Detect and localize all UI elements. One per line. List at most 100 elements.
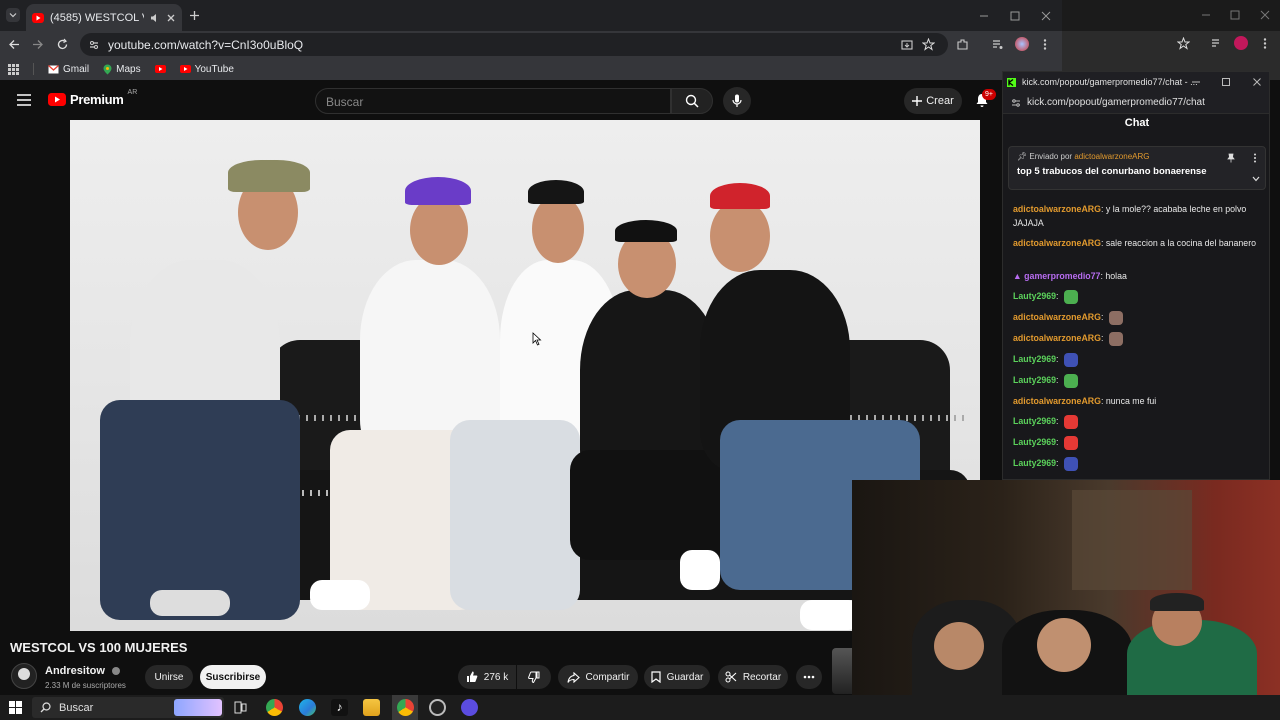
browser-toolbar: youtube.com/watch?v=CnI3o0uBloQ <box>0 31 1062 58</box>
logo-text: Premium <box>70 92 124 107</box>
pinned-message[interactable]: 📌︎ Enviado por adictoalwarzoneARG top 5 … <box>1008 146 1266 190</box>
bookmark-youtube-icon-only[interactable] <box>154 65 166 73</box>
window-close-icon[interactable] <box>1040 10 1052 22</box>
profile-avatar[interactable] <box>1015 37 1029 51</box>
search-input[interactable]: Buscar <box>315 88 671 114</box>
speaker-icon[interactable] <box>150 13 160 23</box>
maximize-icon[interactable] <box>1221 77 1231 87</box>
chat-user[interactable]: adictoalwarzoneARG <box>1013 333 1101 343</box>
chat-message: Lauty2969: <box>1013 289 1265 304</box>
video-person-head <box>532 195 584 263</box>
chat-message: adictoalwarzoneARG: <box>1013 310 1265 325</box>
install-app-icon[interactable] <box>901 39 913 51</box>
task-view-icon[interactable] <box>232 699 249 716</box>
create-button[interactable]: Crear <box>904 88 962 114</box>
video-person-legs <box>100 400 300 620</box>
taskbar-search[interactable]: Buscar <box>32 697 224 718</box>
kebab-menu-icon[interactable] <box>1042 38 1048 51</box>
search-button[interactable] <box>671 88 713 114</box>
media-controls-icon[interactable] <box>991 38 1004 51</box>
chat-text: sale reaccion a la cocina del bananero <box>1105 238 1257 248</box>
back-arrow-icon[interactable] <box>8 38 21 51</box>
bookmark-gmail[interactable]: Gmail <box>48 64 89 75</box>
bookmark-youtube[interactable]: YouTube <box>179 64 234 75</box>
video-player[interactable] <box>70 120 980 631</box>
like-button[interactable]: 276 k <box>458 665 516 689</box>
chat-user[interactable]: Lauty2969 <box>1013 416 1056 426</box>
youtube-premium-logo[interactable]: Premium AR <box>48 89 138 107</box>
chat-message: Lauty2969: <box>1013 414 1265 429</box>
app-icon[interactable] <box>461 699 478 716</box>
chat-message: Lauty2969: <box>1013 352 1265 367</box>
minimize-icon[interactable] <box>1200 9 1212 21</box>
tiktok-icon[interactable]: ♪ <box>331 699 348 716</box>
bookmark-icon <box>651 671 661 683</box>
reload-icon[interactable] <box>56 38 69 51</box>
chat-user[interactable]: Lauty2969 <box>1013 458 1056 468</box>
browser-tab-youtube[interactable]: (4585) WESTCOL VS 100 M <box>26 4 182 31</box>
bookmark-star-icon[interactable] <box>922 38 935 51</box>
file-explorer-icon[interactable] <box>363 699 380 716</box>
chat-user[interactable]: gamerpromedio77 <box>1024 271 1100 281</box>
chevron-down-icon[interactable] <box>1252 176 1260 182</box>
maximize-icon[interactable] <box>1009 10 1021 22</box>
chat-url-bar[interactable]: kick.com/popout/gamerpromedio77/chat <box>1003 92 1269 114</box>
subscribe-button[interactable]: Suscribirse <box>200 665 266 689</box>
channel-avatar[interactable] <box>11 663 37 689</box>
minimize-icon[interactable] <box>1191 77 1201 87</box>
minimize-icon[interactable] <box>978 10 990 22</box>
more-horizontal-icon <box>803 675 815 679</box>
address-bar[interactable]: youtube.com/watch?v=CnI3o0uBloQ <box>80 33 948 56</box>
emote-icon <box>1063 289 1078 304</box>
clip-button[interactable]: Recortar <box>718 665 788 689</box>
apps-grid-icon[interactable] <box>8 63 19 75</box>
hamburger-menu-icon[interactable] <box>17 94 31 106</box>
chat-user[interactable]: Lauty2969 <box>1013 375 1056 385</box>
chat-user[interactable]: Lauty2969 <box>1013 354 1056 364</box>
join-button[interactable]: Unirse <box>145 665 193 689</box>
save-button[interactable]: Guardar <box>644 665 710 689</box>
channel-name[interactable]: Andresitow <box>45 665 120 677</box>
site-info-icon[interactable] <box>88 39 100 51</box>
share-button[interactable]: Compartir <box>558 665 638 689</box>
tab-search-button[interactable] <box>6 8 20 22</box>
chat-message: Lauty2969: <box>1013 435 1265 450</box>
region-code: AR <box>127 89 138 96</box>
edge-icon[interactable] <box>299 699 316 716</box>
recommended-video-thumbnail[interactable] <box>832 648 852 694</box>
chat-user[interactable]: adictoalwarzoneARG <box>1013 238 1101 248</box>
voice-search-button[interactable] <box>723 87 751 115</box>
thumbs-down-icon <box>528 671 540 683</box>
extensions-puzzle-icon[interactable] <box>956 38 969 51</box>
profile-avatar[interactable] <box>1234 36 1248 50</box>
chat-user[interactable]: Lauty2969 <box>1013 291 1056 301</box>
chrome-icon[interactable] <box>266 699 283 716</box>
webcam-person-head <box>934 622 984 670</box>
kebab-menu-icon[interactable] <box>1253 153 1257 163</box>
webcam-shelf <box>1072 490 1192 590</box>
badge-icon: ▲ <box>1013 271 1022 281</box>
youtube-logo-icon <box>48 93 66 106</box>
chat-user[interactable]: adictoalwarzoneARG <box>1013 396 1101 406</box>
obs-icon[interactable] <box>429 699 446 716</box>
chat-user[interactable]: adictoalwarzoneARG <box>1013 312 1101 322</box>
more-actions-button[interactable] <box>796 665 822 689</box>
pin-icon[interactable] <box>1227 153 1235 163</box>
window-close-icon[interactable] <box>1259 9 1271 21</box>
media-controls-icon[interactable] <box>1210 37 1223 50</box>
dislike-button[interactable] <box>517 665 551 689</box>
video-red-cap <box>710 183 770 209</box>
kick-logo-icon <box>1007 77 1016 87</box>
kebab-menu-icon[interactable] <box>1262 37 1268 50</box>
maximize-icon[interactable] <box>1229 9 1241 21</box>
window-close-icon[interactable] <box>1252 77 1262 87</box>
taskbar-active-app[interactable] <box>392 695 418 720</box>
chat-user[interactable]: Lauty2969 <box>1013 437 1056 447</box>
bookmark-star-icon[interactable] <box>1177 37 1190 50</box>
windows-start-icon[interactable] <box>9 701 22 714</box>
bookmark-maps[interactable]: Maps <box>103 64 141 75</box>
chat-user[interactable]: adictoalwarzoneARG <box>1013 204 1101 214</box>
forward-arrow-icon[interactable] <box>31 38 44 51</box>
close-icon[interactable] <box>166 13 176 23</box>
new-tab-icon[interactable] <box>189 10 200 21</box>
